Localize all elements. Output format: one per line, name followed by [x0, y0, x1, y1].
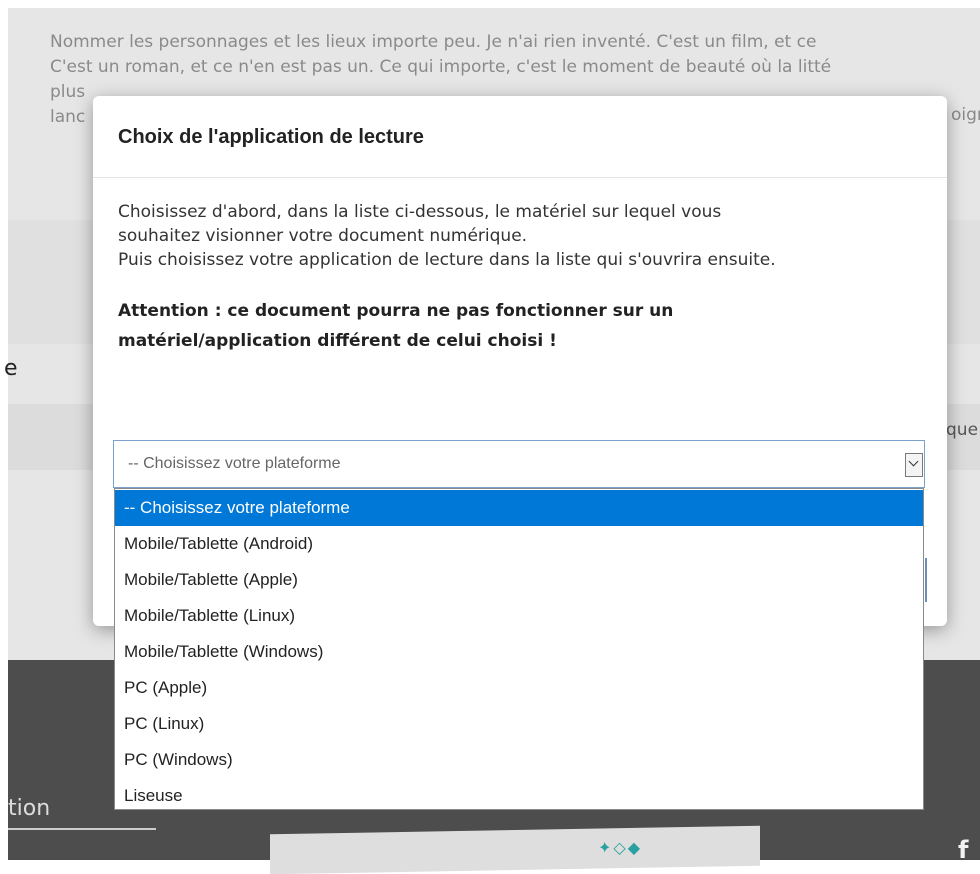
- intro-line: Nommer les personnages et les lieux impo…: [50, 32, 817, 52]
- warning-line: matériel/application différent de celui …: [118, 331, 557, 351]
- footer-card: [270, 825, 760, 874]
- modal-title: Choix de l'application de lecture: [118, 126, 424, 148]
- intro-line: C'est un roman, et ce n'en est pas un. C…: [50, 57, 832, 77]
- platform-option[interactable]: Mobile/Tablette (Windows): [115, 634, 923, 670]
- platform-options-list: -- Choisissez votre plateforme Mobile/Ta…: [114, 488, 924, 810]
- platform-option[interactable]: Mobile/Tablette (Linux): [115, 598, 923, 634]
- platform-option[interactable]: PC (Windows): [115, 742, 923, 778]
- platform-option[interactable]: Mobile/Tablette (Apple): [115, 562, 923, 598]
- intro-right-fragment: oigr: [951, 105, 980, 125]
- platform-option[interactable]: PC (Linux): [115, 706, 923, 742]
- footer-heading-underline: [8, 828, 156, 830]
- modal-divider: [93, 177, 947, 178]
- platform-option[interactable]: PC (Apple): [115, 670, 923, 706]
- platform-option[interactable]: -- Choisissez votre plateforme: [115, 490, 923, 526]
- platform-select[interactable]: -- Choisissez votre plateforme: [113, 440, 925, 488]
- row-text-fragment: que: [946, 420, 979, 440]
- footer-logo-icon: ✦◇◆: [598, 838, 643, 857]
- platform-option[interactable]: Liseuse: [115, 778, 923, 814]
- instruction-text: Puis choisissez votre application de lec…: [118, 250, 776, 270]
- modal-body: Choisissez d'abord, dans la liste ci-des…: [118, 200, 928, 356]
- chevron-down-icon[interactable]: [905, 453, 923, 477]
- instruction-text: Choisissez d'abord, dans la liste ci-des…: [118, 202, 722, 222]
- platform-option[interactable]: Mobile/Tablette (Android): [115, 526, 923, 562]
- footer-heading: tion: [8, 796, 51, 821]
- warning-text: Attention : ce document pourra ne pas fo…: [118, 296, 928, 356]
- platform-select-value: -- Choisissez votre plateforme: [128, 455, 341, 472]
- section-heading-fragment: e: [4, 356, 18, 381]
- instruction-text: souhaitez visionner votre document numér…: [118, 226, 528, 246]
- warning-line: Attention : ce document pourra ne pas fo…: [118, 301, 674, 321]
